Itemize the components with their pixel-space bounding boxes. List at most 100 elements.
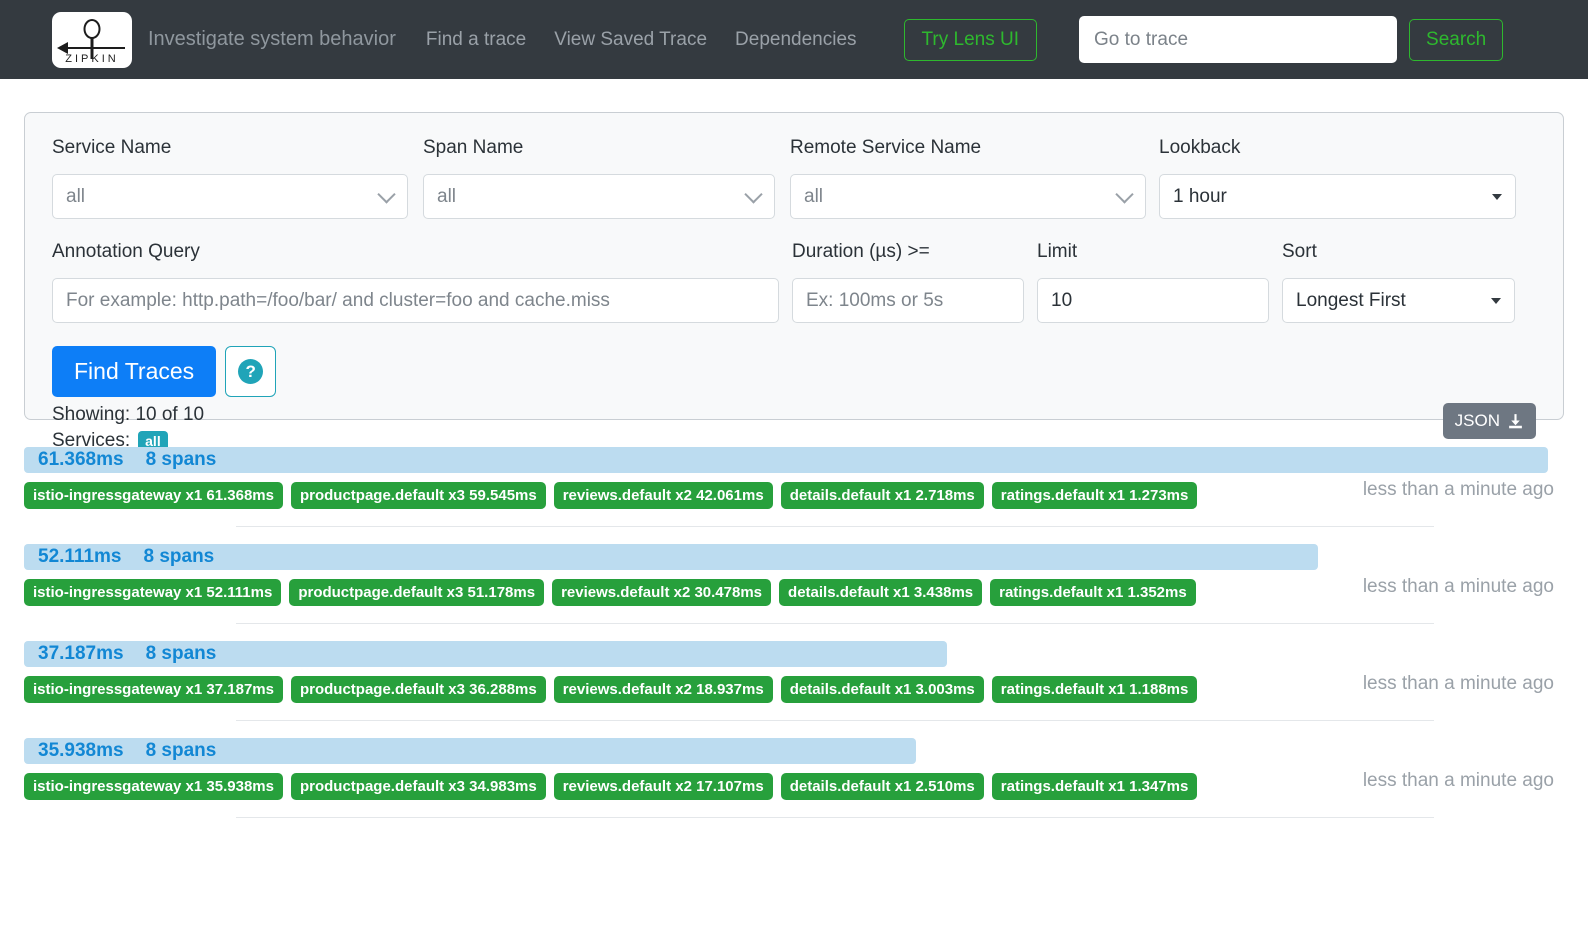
trace-timestamp: less than a minute ago [1362, 479, 1554, 500]
sort-select[interactable]: Longest First [1282, 278, 1515, 323]
field-duration: Duration (µs) >= Ex: 100ms or 5s [792, 241, 1024, 323]
search-form-card: Service Name all Span Name all Remote Se… [24, 112, 1564, 451]
trace-result-row[interactable]: 37.187ms 8 spans istio-ingressgateway x1 3… [24, 641, 1564, 703]
annotation-query-input[interactable]: For example: http.path=/foo/bar/ and clu… [52, 278, 779, 323]
span-name-select[interactable]: all [423, 174, 775, 219]
service-badge[interactable]: details.default x1 3.003ms [780, 676, 984, 703]
nav-item-dependencies[interactable]: Dependencies [735, 29, 856, 51]
try-lens-ui-button[interactable]: Try Lens UI [903, 18, 1038, 61]
logo-wordmark: ZIPKIN [65, 52, 119, 65]
field-remote-service-name: Remote Service Name all [790, 137, 1146, 219]
remote-service-name-label: Remote Service Name [790, 137, 982, 158]
zipkin-logo-icon[interactable]: ZIPKIN [52, 11, 132, 68]
trace-result-row[interactable]: 52.111ms 8 spans istio-ingressgateway x1 5… [24, 544, 1564, 606]
trace-duration-bar[interactable]: 61.368ms 8 spans [24, 447, 1548, 473]
find-traces-button[interactable]: Find Traces [52, 346, 217, 397]
service-badge[interactable]: reviews.default x2 30.478ms [552, 579, 772, 606]
service-badge[interactable]: istio-ingressgateway x1 37.187ms [24, 676, 283, 703]
span-name-value: all [437, 185, 457, 207]
search-button[interactable]: Search [1409, 18, 1504, 61]
service-badge[interactable]: reviews.default x2 18.937ms [553, 676, 773, 703]
trace-result-row[interactable]: 35.938ms 8 spans istio-ingressgateway x1 3… [24, 738, 1564, 800]
trace-results-list: 61.368ms 8 spans istio-ingressgateway x1 6… [24, 447, 1564, 818]
nav-item-view-saved-trace[interactable]: View Saved Trace [554, 29, 707, 51]
search-form-row-1: Service Name all Span Name all Remote Se… [52, 137, 1536, 219]
search-form-actions: Find Traces ? Showing: 10 of 10 Services… [52, 346, 1536, 451]
service-badge[interactable]: istio-ingressgateway x1 52.111ms [24, 579, 282, 606]
go-to-trace-input[interactable] [1079, 16, 1398, 63]
service-badge[interactable]: ratings.default x1 1.347ms [991, 773, 1198, 800]
service-badge[interactable]: details.default x1 3.438ms [779, 579, 983, 606]
nav-item-find-a-trace[interactable]: Find a trace [426, 29, 526, 51]
service-name-value: all [66, 185, 86, 207]
page-body: Service Name all Span Name all Remote Se… [0, 112, 1588, 818]
service-badge[interactable]: ratings.default x1 1.188ms [991, 676, 1198, 703]
service-badge[interactable]: productpage.default x3 59.545ms [290, 482, 546, 509]
logo-circle-shape [83, 18, 101, 39]
trace-duration-label: 37.187ms [38, 643, 124, 664]
service-badge[interactable]: productpage.default x3 36.288ms [290, 676, 546, 703]
trace-duration-label: 35.938ms [38, 740, 124, 761]
service-badge[interactable]: productpage.default x3 34.983ms [290, 773, 546, 800]
remote-service-name-select[interactable]: all [790, 174, 1146, 219]
nav-links: Find a trace View Saved Trace Dependenci… [426, 29, 857, 51]
service-badge[interactable]: ratings.default x1 1.273ms [991, 482, 1198, 509]
field-annotation-query: Annotation Query For example: http.path=… [52, 241, 779, 323]
chevron-down-icon [1115, 184, 1134, 204]
trace-duration-bar[interactable]: 52.111ms 8 spans [24, 544, 1318, 570]
trace-duration-label: 52.111ms [38, 546, 122, 567]
question-mark-icon: ? [238, 359, 264, 384]
help-button[interactable]: ? [225, 346, 277, 397]
triangle-down-icon [1492, 193, 1502, 200]
service-badge[interactable]: ratings.default x1 1.352ms [990, 579, 1196, 606]
logo-arrow-line-shape [59, 46, 125, 49]
triangle-down-icon [1491, 297, 1501, 304]
chevron-down-icon [377, 184, 396, 204]
duration-input[interactable]: Ex: 100ms or 5s [792, 278, 1024, 323]
service-name-select[interactable]: all [52, 174, 408, 219]
trace-duration-bar[interactable]: 35.938ms 8 spans [24, 738, 916, 764]
service-name-label: Service Name [52, 137, 172, 158]
service-badge[interactable]: reviews.default x2 17.107ms [553, 773, 773, 800]
service-badge[interactable]: istio-ingressgateway x1 61.368ms [24, 482, 283, 509]
field-span-name: Span Name all [423, 137, 775, 219]
remote-service-name-value: all [804, 185, 824, 207]
annotation-query-placeholder: For example: http.path=/foo/bar/ and clu… [66, 289, 610, 311]
lookback-value: 1 hour [1173, 185, 1227, 207]
service-badge[interactable]: istio-ingressgateway x1 35.938ms [24, 773, 283, 800]
trace-duration-bar[interactable]: 37.187ms 8 spans [24, 641, 947, 667]
download-icon [1509, 413, 1522, 428]
service-badge[interactable]: reviews.default x2 42.061ms [553, 482, 773, 509]
trace-duration-label: 61.368ms [38, 449, 124, 470]
trace-span-count: 8 spans [145, 643, 217, 664]
trace-span-count: 8 spans [143, 546, 215, 567]
trace-service-badges: istio-ingressgateway x1 37.187ms productp… [24, 676, 1564, 703]
span-name-label: Span Name [423, 137, 524, 158]
trace-span-count: 8 spans [145, 740, 217, 761]
trace-service-badges: istio-ingressgateway x1 52.111ms productp… [24, 579, 1564, 606]
field-limit: Limit 10 [1037, 241, 1269, 323]
service-badge[interactable]: details.default x1 2.510ms [780, 773, 984, 800]
trace-timestamp: less than a minute ago [1362, 673, 1554, 694]
sort-value: Longest First [1296, 289, 1406, 311]
lookback-label: Lookback [1159, 137, 1241, 158]
json-download-button[interactable]: JSON [1442, 403, 1536, 439]
showing-count: Showing: 10 of 10 [52, 404, 205, 425]
json-button-label: JSON [1454, 411, 1500, 430]
trace-timestamp: less than a minute ago [1362, 770, 1554, 791]
trace-row-divider [236, 817, 1434, 818]
field-lookback: Lookback 1 hour [1159, 137, 1516, 219]
limit-value: 10 [1051, 289, 1073, 311]
sort-label: Sort [1282, 241, 1317, 262]
trace-result-row[interactable]: 61.368ms 8 spans istio-ingressgateway x1 6… [24, 447, 1564, 509]
trace-service-badges: istio-ingressgateway x1 61.368ms productp… [24, 482, 1564, 509]
limit-input[interactable]: 10 [1037, 278, 1269, 323]
service-badge[interactable]: details.default x1 2.718ms [780, 482, 984, 509]
duration-label: Duration (µs) >= [792, 241, 930, 262]
chevron-down-icon [744, 184, 763, 204]
service-badge[interactable]: productpage.default x3 51.178ms [289, 579, 545, 606]
top-navbar: ZIPKIN Investigate system behavior Find … [0, 0, 1588, 79]
lookback-select[interactable]: 1 hour [1159, 174, 1516, 219]
trace-timestamp: less than a minute ago [1362, 576, 1554, 597]
trace-row-divider [236, 623, 1434, 624]
